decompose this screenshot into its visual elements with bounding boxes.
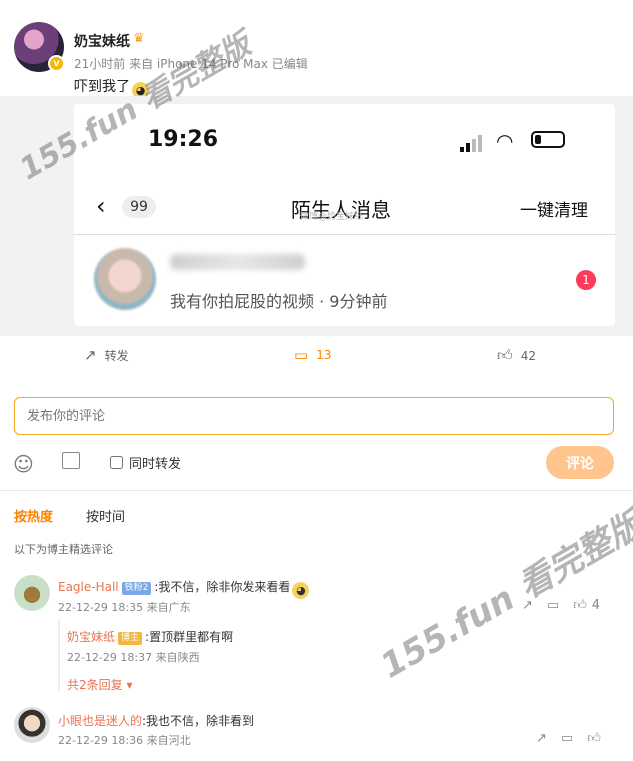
section-divider [0, 490, 633, 491]
comment-count: 13 [316, 348, 332, 362]
unread-badge: 1 [576, 270, 596, 290]
repost-button[interactable]: ↗ 转发 [84, 346, 129, 364]
back-unread-count: 99 [122, 196, 156, 218]
fan-badge: 铁粉2 [121, 582, 152, 595]
featured-comments-note: 以下为博主精选评论 [14, 543, 113, 556]
comment-meta: 22-12-29 18:35 来自广东 [58, 601, 191, 614]
comment-line: Eagle-Hall 铁粉2:我不信，除非你发来看看 ◕ [58, 576, 310, 599]
reply-author[interactable]: 奶宝妹纸 [67, 630, 115, 644]
thumbs-up-icon: 👍︎ [497, 346, 513, 364]
comment-icon: ▭ [294, 346, 309, 364]
reply-icon[interactable]: ▭ [561, 731, 573, 746]
more-replies-label: 共2条回复 [67, 678, 123, 692]
commenter-avatar[interactable] [14, 707, 50, 743]
caret-down-icon: ▾ [126, 678, 133, 692]
comment-meta: 22-12-29 18:36 来自河北 [58, 734, 191, 747]
reply-text: :置顶群里都有啊 [145, 630, 234, 644]
repost-icon: ↗ [84, 346, 97, 364]
reply-thread-bar [58, 619, 60, 691]
wifi-icon: ◠ [496, 129, 514, 153]
emoji-picker-icon[interactable]: ☺ [13, 452, 34, 476]
message-preview: 我有你拍屁股的视频 · 9分钟前 [170, 292, 388, 311]
comment-like-count: 4 [591, 598, 601, 613]
signal-icon [460, 133, 484, 152]
image-watermark-text: 微博@奶宝妹纸 [300, 212, 364, 222]
post-author-name[interactable]: 奶宝妹纸 [74, 31, 130, 51]
comment-actions: ↗ ▭ 👍︎ [536, 731, 601, 746]
repost-label: 转发 [104, 348, 129, 363]
screenshot-divider [74, 234, 615, 235]
like-button[interactable]: 👍︎ 42 [497, 346, 536, 365]
more-replies-link[interactable]: 共2条回复 ▾ [67, 676, 133, 693]
tab-sort-time[interactable]: 按时间 [86, 506, 125, 525]
blurred-name [170, 254, 305, 270]
author-badge: 博主 [118, 632, 143, 645]
commenter-avatar[interactable] [14, 575, 50, 611]
reply-icon[interactable]: ▭ [547, 598, 559, 613]
battery-icon [531, 131, 565, 148]
back-chevron-icon: ‹ [96, 192, 106, 220]
doge-emoji-icon: ◕ [292, 582, 310, 599]
share-icon[interactable]: ↗ [536, 731, 547, 746]
comment-line: 小眼也是迷人的:我也不信，除非看到 [58, 710, 254, 729]
like-count: 42 [520, 348, 536, 363]
like-comment-button[interactable]: 👍︎ 4 [573, 598, 600, 613]
repost-checkbox-row[interactable]: 同时转发 [110, 453, 181, 472]
blurred-avatar [94, 248, 156, 310]
image-upload-icon[interactable] [62, 452, 80, 469]
comment-button[interactable]: ▭ 13 [294, 346, 331, 364]
repost-checkbox[interactable] [110, 456, 123, 469]
crown-icon: ♛ [133, 31, 145, 46]
reply-line: 奶宝妹纸 博主:置顶群里都有啊 [67, 626, 233, 645]
comment-author[interactable]: Eagle-Hall [58, 580, 119, 594]
repost-checkbox-label: 同时转发 [129, 457, 182, 472]
comment-author[interactable]: 小眼也是迷人的 [58, 714, 142, 728]
thumbs-up-icon: 👍︎ [573, 598, 587, 613]
tab-sort-hot[interactable]: 按热度 [14, 506, 53, 525]
status-time: 19:26 [148, 127, 219, 152]
comment-text: :我不信，除非你发来看看 [154, 580, 291, 594]
post-actions: ↗ 转发 ▭ 13 👍︎ 42 [0, 336, 633, 376]
reply-meta: 22-12-29 18:37 来自陕西 [67, 651, 200, 664]
screenshot-clear-label: 一键清理 [520, 201, 588, 221]
thumbs-up-icon[interactable]: 👍︎ [587, 731, 601, 746]
watermark-bottom: 155.fun 看完整版 [374, 504, 633, 687]
submit-comment-button[interactable]: 评论 [546, 446, 614, 479]
comment-text: :我也不信，除非看到 [142, 714, 255, 728]
verified-badge: v [48, 55, 65, 72]
comment-input[interactable] [14, 397, 614, 435]
